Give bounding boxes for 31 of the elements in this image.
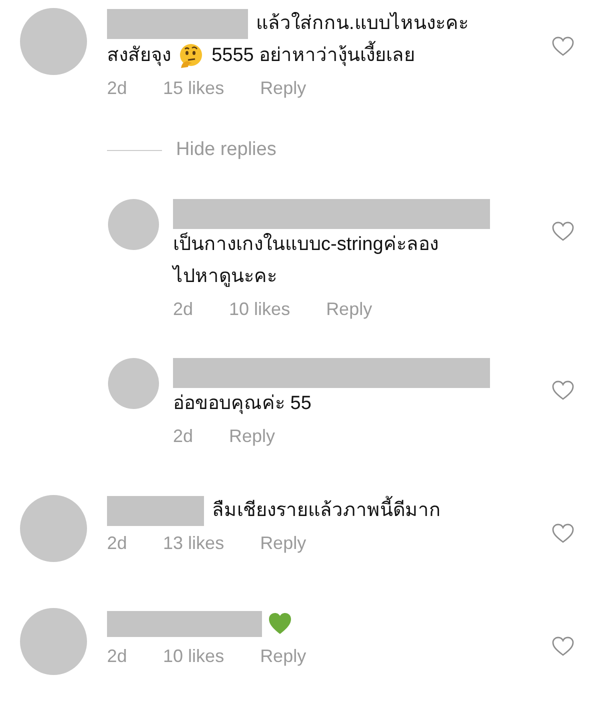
comment-text: สงสัยจุง: [107, 44, 171, 68]
comment-text: เป็นกางเกงในแบบc-stringค่ะลอง: [173, 231, 438, 257]
reply-link[interactable]: Reply: [229, 426, 276, 447]
likes-count[interactable]: 13 likes: [163, 533, 224, 554]
timestamp: 2d: [173, 426, 194, 447]
comment-text: 5555 อย่าหาว่างุ้นเงี้ยเลย: [212, 38, 416, 73]
like-icon[interactable]: [552, 221, 574, 242]
reply-link[interactable]: Reply: [260, 646, 306, 667]
timestamp: 2d: [107, 78, 128, 99]
hide-replies-link[interactable]: Hide replies: [176, 139, 276, 161]
like-icon[interactable]: [552, 380, 574, 401]
heart-icon: [268, 612, 292, 636]
comment-text: ไปหาดูนะคะ: [173, 264, 277, 289]
avatar: [108, 358, 159, 409]
reply-link[interactable]: Reply: [326, 299, 372, 320]
thinking-face-icon: [178, 42, 204, 69]
comment-text: ลืมเชียงรายแล้วภาพนี้ดีมาก: [212, 493, 441, 528]
timestamp: 2d: [107, 646, 128, 667]
reply-link[interactable]: Reply: [260, 533, 306, 554]
reply-link[interactable]: Reply: [260, 78, 306, 99]
like-icon[interactable]: [552, 36, 574, 57]
like-icon[interactable]: [552, 523, 574, 544]
avatar: [108, 199, 159, 250]
timestamp: 2d: [173, 299, 194, 320]
likes-count[interactable]: 15 likes: [163, 78, 224, 99]
comment-text: แล้วใส่กกน.แบบไหนงะคะ: [256, 11, 468, 36]
likes-count[interactable]: 10 likes: [163, 646, 224, 667]
timestamp: 2d: [107, 533, 128, 554]
likes-count[interactable]: 10 likes: [229, 299, 290, 320]
comment-text: อ่อขอบคุณค่ะ 55: [173, 392, 312, 416]
like-icon[interactable]: [552, 636, 574, 657]
